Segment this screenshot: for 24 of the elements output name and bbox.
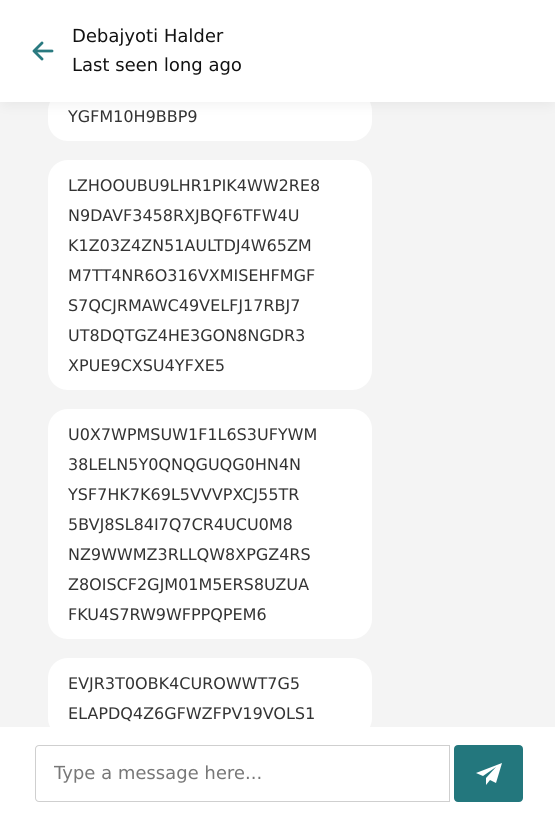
message-input[interactable]: Type a message here... xyxy=(35,745,450,802)
message-text: N9DAVF3458RXJBQF6TFW4U xyxy=(68,205,300,227)
message-text: EVJR3T0OBK4CUROWWT7G5 xyxy=(68,673,302,695)
message-text: Z8OISCF2GJM01M5ERS8UZUA xyxy=(68,574,310,596)
message-text: K1Z03Z4ZN51AULTDJ4W65ZM xyxy=(68,235,313,257)
message-text: YSF7HK7K69L5VVVPXCJ55TR xyxy=(68,484,300,506)
message-text: YGFM10H9BBP9 xyxy=(68,106,199,128)
send-button[interactable] xyxy=(454,745,523,802)
message-text: 5BVJ8SL84I7Q7CR4UCU0M8 xyxy=(68,514,294,536)
message-text: LZHOOUBU9LHR1PIK4WW2RE8 xyxy=(68,175,322,197)
contact-name: Debajyoti Halder xyxy=(72,26,224,47)
message-text: UT8DQTGZ4HE3GON8NGDR3 xyxy=(68,325,306,347)
message-text: M7TT4NR6O316VXMISEHFMGF xyxy=(68,265,316,287)
message-text: ELAPDQ4Z6GFWZFPV19VOLS1 xyxy=(68,703,316,725)
last-seen-status: Last seen long ago xyxy=(72,55,242,76)
message-text: FKU4S7RW9WFPPQPEM6 xyxy=(68,604,268,626)
message-text: U0X7WPMSUW1F1L6S3UFYWM xyxy=(68,424,318,446)
message-text: S7QCJRMAWC49VELFJ17RBJ7 xyxy=(68,295,302,317)
message-text: XPUE9CXSU4YFXE5 xyxy=(68,355,226,377)
message-text: 38LELN5Y0QNQGUQG0HN4N xyxy=(68,454,302,476)
back-arrow-icon xyxy=(32,41,54,61)
send-icon xyxy=(474,762,502,786)
back-button[interactable] xyxy=(32,41,54,61)
message-text: NZ9WWMZ3RLLQW8XPGZ4RS xyxy=(68,544,312,566)
